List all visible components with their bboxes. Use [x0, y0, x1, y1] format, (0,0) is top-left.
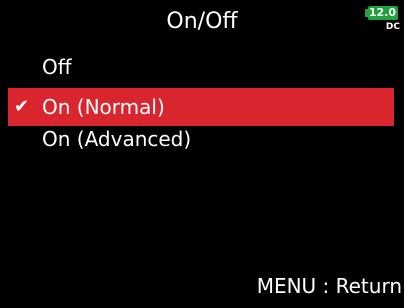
power-source-label: DC [385, 22, 400, 32]
option-off[interactable]: Off [8, 48, 394, 86]
battery-indicator: 12.0 DC [365, 6, 400, 38]
battery-level: 12.0 [368, 6, 398, 20]
option-label: On (Advanced) [42, 127, 192, 151]
option-on-advanced[interactable]: On (Advanced) [8, 120, 394, 158]
page-title: On/Off [166, 9, 238, 34]
screen: On/Off 12.0 DC Off ✔ On (Normal) On (Adv… [0, 0, 404, 308]
menu-return-hint: MENU : Return [256, 274, 402, 298]
option-label: On (Normal) [42, 95, 165, 119]
option-label: Off [42, 55, 72, 79]
